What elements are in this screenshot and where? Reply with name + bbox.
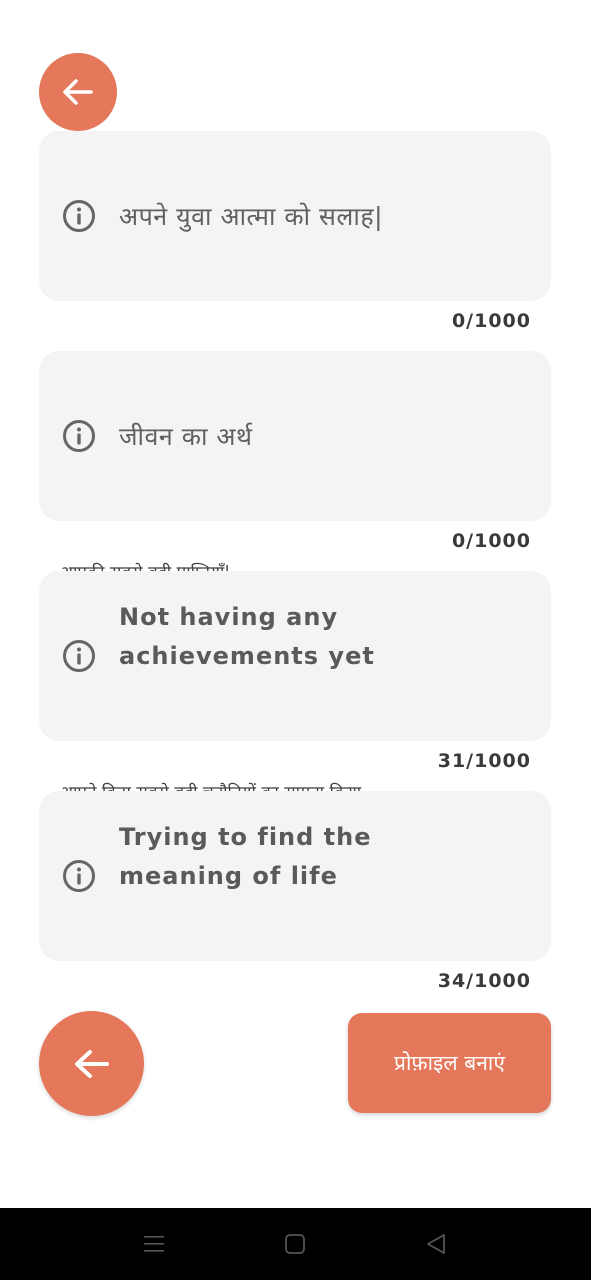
- advice-counter: 0/1000: [451, 310, 531, 332]
- system-navigation-bar: [0, 1208, 591, 1280]
- challenges-value: Trying to find the meaning of life: [119, 823, 372, 890]
- challenges-field[interactable]: Trying to find the meaning of life: [39, 791, 551, 961]
- menu-icon[interactable]: [142, 1232, 166, 1256]
- arrow-left-icon: [63, 79, 93, 105]
- meaning-of-life-field[interactable]: जीवन का अर्थ: [39, 351, 551, 521]
- info-icon: [63, 420, 95, 452]
- challenges-counter: 34/1000: [437, 970, 531, 992]
- meaning-counter: 0/1000: [451, 530, 531, 552]
- triangle-back-icon[interactable]: [424, 1232, 448, 1256]
- info-icon: [63, 200, 95, 232]
- meaning-placeholder: जीवन का अर्थ: [119, 421, 253, 451]
- create-profile-button[interactable]: प्रोफ़ाइल बनाएं: [348, 1013, 551, 1113]
- info-icon: [63, 640, 95, 672]
- arrow-left-icon: [74, 1049, 109, 1078]
- advice-placeholder: अपने युवा आत्मा को सलाह|: [119, 201, 384, 231]
- square-icon[interactable]: [283, 1232, 307, 1256]
- achievements-value: Not having any achievements yet: [119, 603, 375, 670]
- back-button-bottom[interactable]: [39, 1011, 144, 1116]
- screen: अपने युवा आत्मा को सलाह| 0/1000 जीवन का …: [0, 0, 591, 1280]
- advice-field[interactable]: अपने युवा आत्मा को सलाह|: [39, 131, 551, 301]
- back-button-top[interactable]: [39, 53, 117, 131]
- achievements-field[interactable]: Not having any achievements yet: [39, 571, 551, 741]
- achievements-counter: 31/1000: [437, 750, 531, 772]
- info-icon: [63, 860, 95, 892]
